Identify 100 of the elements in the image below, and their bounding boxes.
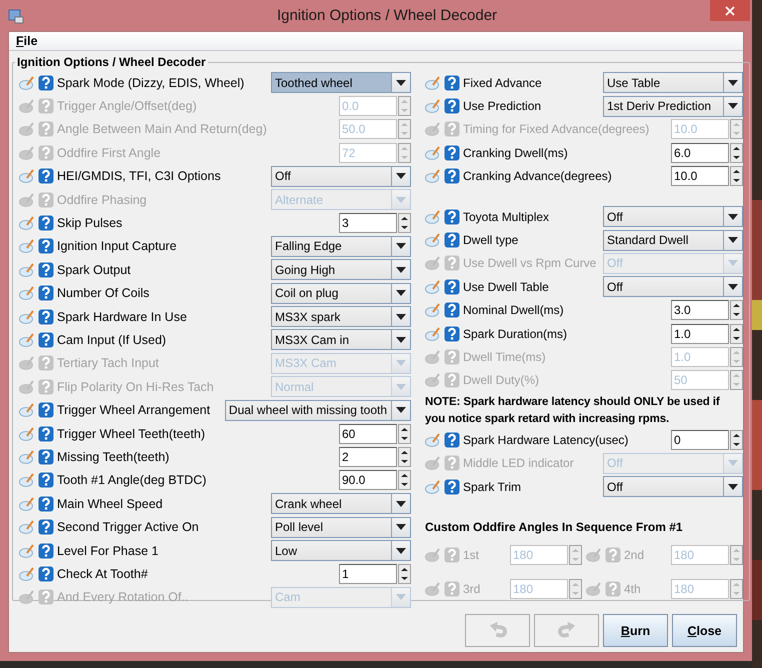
dropdown[interactable]: MS3X spark bbox=[271, 306, 411, 328]
gauge-pencil-icon[interactable] bbox=[19, 146, 35, 160]
number-field[interactable]: 1 bbox=[339, 564, 397, 584]
help-icon[interactable] bbox=[38, 566, 54, 582]
help-icon[interactable] bbox=[444, 478, 460, 495]
gauge-pencil-icon[interactable] bbox=[19, 310, 35, 324]
gauge-pencil-icon[interactable] bbox=[19, 544, 35, 558]
number-field[interactable]: 3.0 bbox=[671, 300, 729, 320]
help-icon[interactable] bbox=[38, 472, 54, 488]
dropdown[interactable]: Off bbox=[603, 476, 743, 498]
spinner-arrows[interactable] bbox=[730, 142, 743, 163]
spinner-arrows[interactable] bbox=[730, 324, 743, 344]
dropdown[interactable]: Off bbox=[603, 206, 743, 228]
number-field[interactable]: 60 bbox=[339, 424, 397, 444]
spinner-arrows[interactable] bbox=[730, 166, 743, 186]
help-icon[interactable] bbox=[38, 496, 54, 512]
help-icon[interactable] bbox=[38, 238, 54, 254]
dropdown[interactable]: Coil on plug bbox=[271, 282, 411, 304]
gauge-pencil-icon[interactable] bbox=[19, 99, 35, 114]
number-field[interactable]: 10.0 bbox=[671, 166, 729, 186]
help-icon[interactable] bbox=[444, 326, 460, 342]
gauge-pencil-icon[interactable] bbox=[19, 590, 35, 604]
help-icon[interactable] bbox=[38, 448, 54, 465]
gauge-pencil-icon[interactable] bbox=[19, 262, 35, 277]
help-icon[interactable] bbox=[38, 215, 54, 232]
help-icon[interactable] bbox=[38, 74, 54, 91]
gauge-pencil-icon[interactable] bbox=[586, 548, 602, 562]
dropdown[interactable]: Use Table bbox=[603, 72, 743, 94]
help-icon[interactable] bbox=[38, 426, 54, 442]
help-icon[interactable] bbox=[444, 278, 460, 295]
gauge-pencil-icon[interactable] bbox=[425, 256, 441, 270]
dropdown[interactable]: Falling Edge bbox=[271, 236, 411, 257]
help-icon[interactable] bbox=[444, 232, 460, 248]
gauge-pencil-icon[interactable] bbox=[425, 480, 441, 494]
gauge-pencil-icon[interactable] bbox=[425, 169, 441, 184]
help-icon[interactable] bbox=[38, 542, 54, 558]
gauge-pencil-icon[interactable] bbox=[19, 192, 35, 207]
gauge-pencil-icon[interactable] bbox=[425, 303, 441, 318]
spinner-arrows[interactable] bbox=[730, 430, 743, 450]
number-field[interactable]: 2 bbox=[339, 446, 397, 467]
gauge-pencil-icon[interactable] bbox=[19, 473, 35, 488]
dropdown[interactable]: Crank wheel bbox=[271, 493, 411, 514]
help-icon[interactable] bbox=[38, 308, 54, 325]
spinner-arrows[interactable] bbox=[730, 300, 743, 320]
gauge-pencil-icon[interactable] bbox=[425, 280, 441, 294]
gauge-pencil-icon[interactable] bbox=[19, 122, 35, 136]
dropdown[interactable]: Standard Dwell bbox=[603, 230, 743, 251]
gauge-pencil-icon[interactable] bbox=[19, 520, 35, 534]
spinner-arrows[interactable] bbox=[398, 424, 411, 444]
menu-item[interactable]: File bbox=[13, 34, 41, 48]
gauge-pencil-icon[interactable] bbox=[19, 216, 35, 230]
gauge-pencil-icon[interactable] bbox=[19, 380, 35, 394]
gauge-pencil-icon[interactable] bbox=[19, 566, 35, 581]
gauge-pencil-icon[interactable] bbox=[425, 76, 441, 90]
gauge-pencil-icon[interactable] bbox=[19, 450, 35, 464]
help-icon[interactable] bbox=[38, 519, 54, 536]
gauge-pencil-icon[interactable] bbox=[19, 239, 35, 254]
gauge-pencil-icon[interactable] bbox=[425, 456, 441, 470]
spinner-arrows[interactable] bbox=[398, 564, 411, 584]
gauge-pencil-icon[interactable] bbox=[19, 426, 35, 441]
help-icon[interactable] bbox=[444, 432, 460, 448]
number-field[interactable]: 6.0 bbox=[671, 142, 729, 163]
close-button[interactable]: Close bbox=[672, 614, 737, 647]
help-icon[interactable] bbox=[38, 402, 54, 418]
gauge-pencil-icon[interactable] bbox=[425, 432, 441, 447]
gauge-pencil-icon[interactable] bbox=[425, 582, 441, 596]
gauge-pencil-icon[interactable] bbox=[19, 169, 35, 184]
help-icon[interactable] bbox=[38, 332, 54, 348]
help-icon[interactable] bbox=[38, 168, 54, 184]
gauge-pencil-icon[interactable] bbox=[425, 122, 441, 136]
dropdown[interactable]: Toothed wheel bbox=[271, 72, 411, 94]
dropdown[interactable]: Low bbox=[271, 540, 411, 561]
number-field[interactable]: 3 bbox=[339, 213, 397, 234]
help-icon[interactable] bbox=[38, 262, 54, 278]
gauge-pencil-icon[interactable] bbox=[19, 332, 35, 347]
gauge-pencil-icon[interactable] bbox=[19, 356, 35, 370]
dropdown[interactable]: Off bbox=[603, 276, 743, 298]
help-icon[interactable] bbox=[444, 98, 460, 114]
gauge-pencil-icon[interactable] bbox=[425, 99, 441, 114]
gauge-pencil-icon[interactable] bbox=[425, 373, 441, 388]
dropdown[interactable]: MS3X Cam in bbox=[271, 329, 411, 350]
spinner-arrows[interactable] bbox=[398, 470, 411, 490]
dropdown[interactable]: Poll level bbox=[271, 516, 411, 538]
gauge-pencil-icon[interactable] bbox=[425, 146, 441, 160]
gauge-pencil-icon[interactable] bbox=[425, 548, 441, 562]
help-icon[interactable] bbox=[444, 144, 460, 161]
help-icon[interactable] bbox=[444, 168, 460, 184]
spinner-arrows[interactable] bbox=[398, 446, 411, 467]
gauge-pencil-icon[interactable] bbox=[425, 350, 441, 364]
help-icon[interactable] bbox=[444, 208, 460, 225]
gauge-pencil-icon[interactable] bbox=[425, 233, 441, 248]
close-window-button[interactable] bbox=[710, 0, 750, 21]
number-field[interactable]: 0 bbox=[671, 430, 729, 450]
gauge-pencil-icon[interactable] bbox=[425, 326, 441, 341]
gauge-pencil-icon[interactable] bbox=[425, 210, 441, 224]
number-field[interactable]: 1.0 bbox=[671, 324, 729, 344]
help-icon[interactable] bbox=[38, 285, 54, 302]
number-field[interactable]: 90.0 bbox=[339, 470, 397, 490]
spinner-arrows[interactable] bbox=[398, 213, 411, 234]
help-icon[interactable] bbox=[444, 302, 460, 318]
